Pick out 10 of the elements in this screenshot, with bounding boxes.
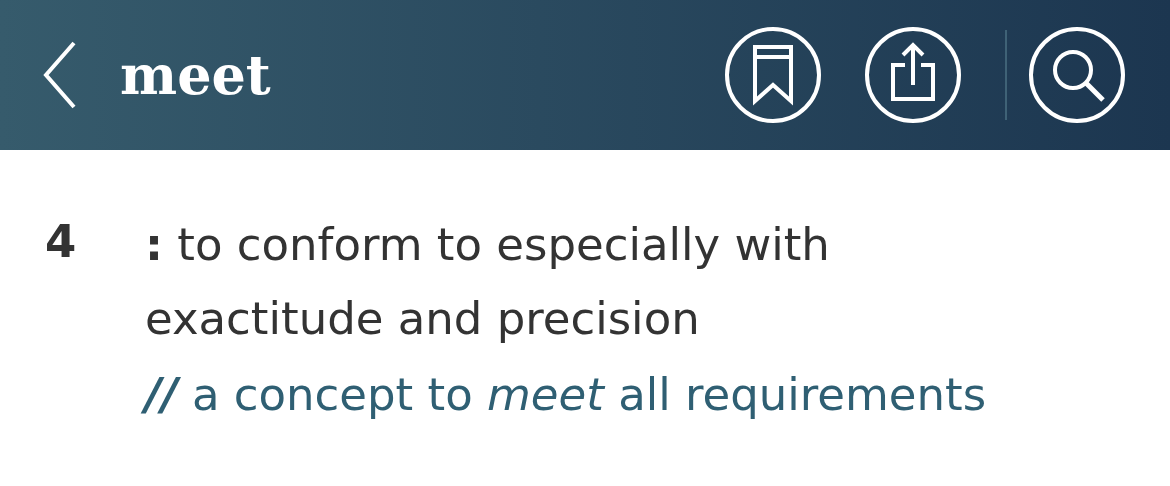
bookmark-button[interactable] — [725, 27, 821, 123]
example-sentence: a concept to meet all requirements — [191, 366, 987, 423]
bookmark-icon — [725, 27, 821, 123]
share-button[interactable] — [865, 27, 961, 123]
sense-number: 4 — [45, 214, 78, 270]
page-title: meet — [120, 48, 271, 102]
share-icon — [865, 27, 961, 123]
definition-text: : to conform to especially with exactitude and precision — [145, 217, 831, 348]
search-icon — [1029, 27, 1125, 123]
search-button[interactable] — [1029, 27, 1125, 123]
